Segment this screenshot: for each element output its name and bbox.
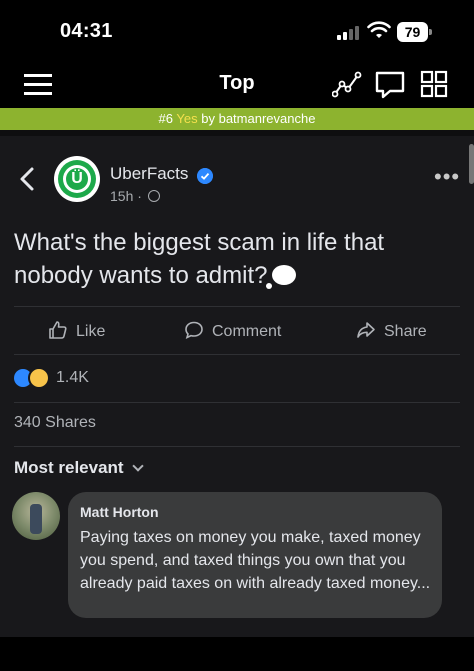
share-label: Share xyxy=(384,323,427,340)
app-bar: Top xyxy=(0,60,474,108)
comment-bubble: Matt Horton Paying taxes on money you ma… xyxy=(68,492,442,618)
divider xyxy=(14,402,460,403)
post-screenshot: Ü UberFacts 15h · ••• What's the biggest… xyxy=(0,130,474,637)
post-text: What's the biggest scam in life that nob… xyxy=(14,226,454,292)
share-count: 340 Shares xyxy=(14,414,96,431)
battery-level: 79 xyxy=(397,22,428,42)
trend-chart-icon[interactable] xyxy=(332,70,362,98)
banner-rank: #6 xyxy=(158,111,174,126)
comment-label: Comment xyxy=(212,323,282,340)
chevron-down-icon xyxy=(131,460,144,472)
comment-text: Paying taxes on money you make, taxed mo… xyxy=(80,529,431,592)
post-body: What's the biggest scam in life that nob… xyxy=(14,229,385,289)
post-meta: 15h · xyxy=(110,188,160,204)
comments-icon[interactable] xyxy=(374,70,406,100)
back-chevron-icon xyxy=(20,167,34,191)
banner-highlight: Yes xyxy=(176,111,198,126)
battery-icon: 79 xyxy=(397,22,433,42)
more-options-icon: ••• xyxy=(434,164,461,189)
like-action: Like xyxy=(48,320,105,342)
post-banner: #6 Yes by batmanrevanche xyxy=(0,108,474,130)
comment-sort: Most relevant xyxy=(14,458,144,478)
commenter-avatar xyxy=(12,492,60,540)
wifi-icon xyxy=(367,21,391,38)
banner-author[interactable]: by batmanrevanche xyxy=(201,111,315,126)
page-name: UberFacts xyxy=(110,164,189,183)
status-time: 04:31 xyxy=(60,20,113,42)
globe-icon xyxy=(147,190,160,202)
reaction-count: 1.4K xyxy=(56,369,89,386)
like-label: Like xyxy=(76,323,106,340)
share-arrow-icon xyxy=(357,322,375,338)
cellular-signal-icon xyxy=(337,24,363,40)
post-time: 15h · xyxy=(110,188,142,204)
share-action: Share xyxy=(356,320,427,342)
comment-bubble-icon xyxy=(185,321,203,339)
comment-author: Matt Horton xyxy=(80,504,159,520)
divider xyxy=(14,306,460,307)
status-bar: 04:31 79 xyxy=(0,0,474,60)
haha-reaction-icon xyxy=(28,367,50,389)
divider xyxy=(14,446,460,447)
grid-view-icon[interactable] xyxy=(420,70,448,98)
sort-label: Most relevant xyxy=(14,458,124,477)
comment-action: Comment xyxy=(184,320,281,342)
thumbs-up-icon xyxy=(49,321,67,339)
bottom-strip xyxy=(0,637,474,671)
avatar-letter: Ü xyxy=(66,168,88,190)
page-avatar: Ü xyxy=(54,156,100,202)
divider xyxy=(14,354,460,355)
scrollbar[interactable] xyxy=(469,144,474,184)
thought-bubble-icon xyxy=(265,265,296,289)
verified-badge-icon xyxy=(197,168,213,184)
